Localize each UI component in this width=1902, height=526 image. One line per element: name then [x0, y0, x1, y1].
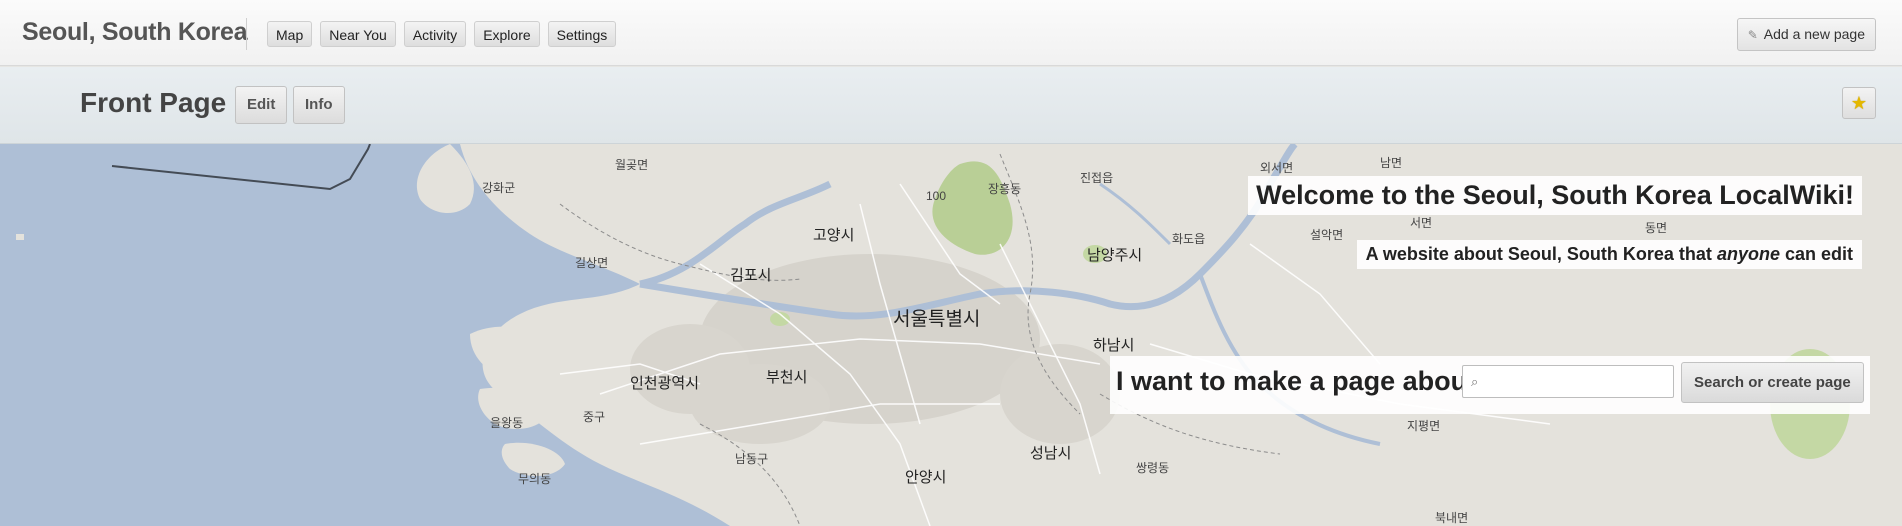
map-label: 설악면: [1310, 228, 1344, 242]
welcome-heading: Welcome to the Seoul, South Korea LocalW…: [1248, 176, 1862, 215]
map-label: 강화군: [482, 181, 516, 195]
add-new-page-label: Add a new page: [1763, 26, 1865, 42]
map-label: 진접읍: [1080, 171, 1114, 185]
make-page-label: I want to make a page about: [1116, 366, 1477, 396]
map-label: 남양주시: [1087, 247, 1143, 264]
top-navbar: Seoul, South Korea Map Near You Activity…: [0, 0, 1902, 66]
map-label: 남동구: [735, 452, 769, 466]
park-area: [932, 161, 1013, 255]
map-label: 김포시: [730, 267, 772, 284]
page-search-input[interactable]: [1487, 370, 1671, 395]
map-label: 북내면: [1435, 511, 1469, 525]
sea-area: [0, 144, 730, 526]
search-icon: ⌕: [1471, 374, 1479, 389]
make-page-box: I want to make a page about ⌕ Search or …: [1110, 356, 1870, 414]
add-new-page-button[interactable]: ✎ Add a new page: [1736, 18, 1876, 51]
edit-button[interactable]: Edit: [235, 86, 288, 124]
nav-activity[interactable]: Activity: [403, 21, 467, 47]
map-label: 무의동: [518, 472, 552, 486]
map-label: 동면: [1645, 221, 1668, 235]
site-title[interactable]: Seoul, South Korea: [22, 18, 247, 47]
map-label: 장흥동: [988, 182, 1022, 196]
nav-map[interactable]: Map: [267, 21, 313, 47]
map-label: 고양시: [813, 227, 855, 244]
map-label: 중구: [583, 410, 606, 424]
pencil-icon: ✎: [1747, 27, 1758, 42]
nav-near-you[interactable]: Near You: [320, 21, 396, 47]
main-nav: Map Near You Activity Explore Settings: [267, 21, 617, 47]
map-label: 서울특별시: [893, 309, 981, 330]
map-label: 안양시: [905, 469, 947, 486]
nav-explore[interactable]: Explore: [474, 21, 540, 47]
title-divider: [246, 18, 247, 50]
tagline-text-end: can edit: [1779, 244, 1853, 264]
map-label: 화도읍: [1172, 232, 1206, 246]
urban-area: [1000, 344, 1120, 444]
tagline-emphasis: anyone: [1716, 244, 1780, 264]
map-label: 외서면: [1260, 161, 1294, 175]
map-label: 성남시: [1030, 445, 1072, 462]
search-field-wrapper[interactable]: ⌕: [1462, 365, 1674, 398]
page-title: Front Page: [80, 87, 227, 118]
welcome-tagline: A website about Seoul, South Korea that …: [1356, 240, 1862, 269]
tagline-text: A website about Seoul, South Korea that: [1365, 244, 1717, 264]
map-label: 서면: [1410, 216, 1433, 230]
page-header: Front Page Edit Info ★: [0, 67, 1902, 144]
map-label: 남면: [1380, 156, 1403, 170]
star-icon[interactable]: ★: [1842, 87, 1876, 119]
map-label: 월곶면: [615, 158, 649, 172]
map-label: 하남시: [1093, 337, 1135, 354]
map-label: 길상면: [575, 256, 609, 270]
nav-settings[interactable]: Settings: [547, 21, 617, 47]
map-label: 인천광역시: [630, 375, 700, 392]
river: [1099, 182, 1172, 246]
island: [16, 234, 24, 240]
map-label: 부천시: [766, 369, 808, 386]
map-label: 지평면: [1407, 419, 1441, 433]
info-button[interactable]: Info: [293, 86, 345, 124]
map-label: 을왕동: [490, 416, 524, 430]
map-label: 쌍령동: [1136, 461, 1170, 475]
search-or-create-button[interactable]: Search or create page: [1681, 362, 1864, 403]
map-label: 100: [926, 189, 947, 203]
